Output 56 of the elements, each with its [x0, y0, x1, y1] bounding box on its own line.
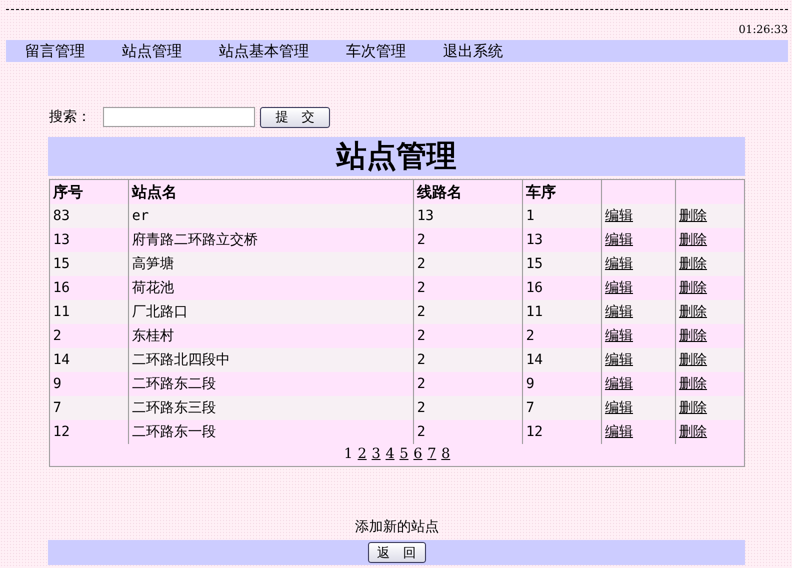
edit-link[interactable]: 编辑 — [605, 232, 633, 248]
page-link[interactable]: 8 — [441, 446, 450, 462]
delete-link[interactable]: 删除 — [679, 352, 707, 368]
clock-time: 01:26:33 — [738, 22, 788, 38]
delete-link[interactable]: 删除 — [679, 208, 707, 224]
edit-link[interactable]: 编辑 — [605, 352, 633, 368]
table-cell: 2 — [414, 420, 522, 444]
delete-link[interactable]: 删除 — [679, 424, 707, 440]
edit-link[interactable]: 编辑 — [605, 376, 633, 392]
edit-link[interactable]: 编辑 — [605, 304, 633, 320]
column-header: 线路名 — [414, 180, 522, 204]
back-button[interactable]: 返 回 — [368, 542, 426, 563]
table-cell: 15 — [50, 252, 128, 276]
delete-link[interactable]: 删除 — [679, 328, 707, 344]
search-label: 搜索： — [49, 108, 91, 126]
delete-link[interactable]: 删除 — [679, 256, 707, 272]
page-link[interactable]: 5 — [400, 446, 408, 462]
table-cell: 12 — [522, 420, 602, 444]
nav-link[interactable]: 站点管理 — [122, 41, 182, 61]
delete-link[interactable]: 删除 — [679, 280, 707, 296]
delete-link[interactable]: 删除 — [679, 400, 707, 416]
table-cell: 12 — [50, 420, 128, 444]
page-link[interactable]: 6 — [413, 446, 422, 462]
table-cell: 7 — [50, 396, 128, 420]
page-link[interactable]: 4 — [386, 446, 394, 462]
page-link[interactable]: 3 — [372, 446, 381, 462]
table-cell: 13 — [50, 228, 128, 252]
table-cell: 83 — [50, 204, 128, 228]
delete-link[interactable]: 删除 — [679, 304, 707, 320]
edit-link[interactable]: 编辑 — [605, 424, 633, 440]
table-cell: 16 — [50, 276, 128, 300]
column-header: 车序 — [522, 180, 602, 204]
page-title: 站点管理 — [336, 138, 456, 176]
page-link[interactable]: 2 — [358, 446, 367, 462]
table-cell: 14 — [50, 348, 128, 372]
edit-link[interactable]: 编辑 — [605, 256, 633, 272]
edit-link[interactable]: 编辑 — [605, 280, 633, 296]
column-header: 序号 — [50, 180, 128, 204]
nav-link[interactable]: 退出系统 — [443, 41, 503, 61]
table-cell: 11 — [50, 300, 128, 324]
delete-link[interactable]: 删除 — [679, 232, 707, 248]
nav-link[interactable]: 站点基本管理 — [219, 41, 309, 61]
nav-link[interactable]: 留言管理 — [25, 41, 85, 61]
table-cell: 二环路东一段 — [128, 420, 414, 444]
table-cell: 2 — [50, 324, 128, 348]
submit-button[interactable]: 提 交 — [260, 106, 330, 128]
edit-link[interactable]: 编辑 — [605, 328, 633, 344]
table-cell: 9 — [50, 372, 128, 396]
edit-link[interactable]: 编辑 — [605, 400, 633, 416]
add-station-link[interactable]: 添加新的站点 — [355, 518, 439, 536]
delete-link[interactable]: 删除 — [679, 376, 707, 392]
page-link[interactable]: 7 — [427, 446, 436, 462]
column-header: 站点名 — [128, 180, 414, 204]
search-field[interactable] — [103, 107, 255, 127]
edit-link[interactable]: 编辑 — [605, 208, 633, 224]
nav-link[interactable]: 车次管理 — [346, 41, 406, 61]
